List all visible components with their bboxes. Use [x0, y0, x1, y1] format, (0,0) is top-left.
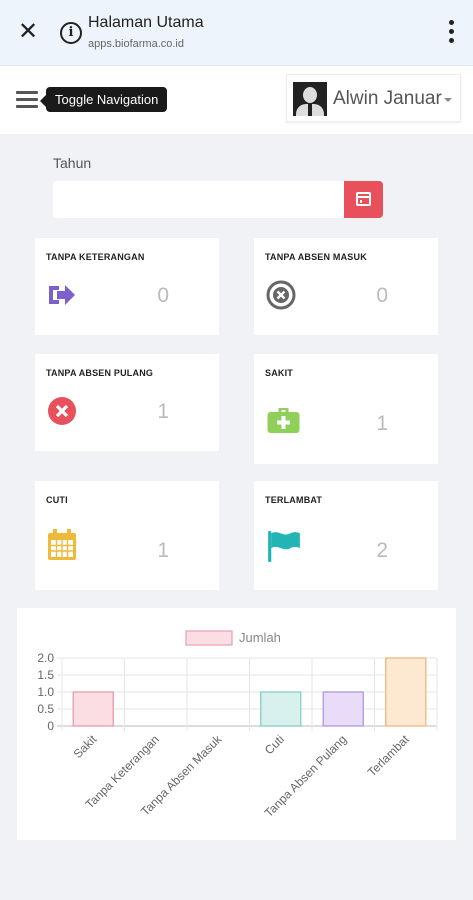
card-value: 1	[157, 400, 169, 423]
sign-out-icon	[49, 285, 75, 305]
card-tanpa-absen-masuk: TANPA ABSEN MASUK 0	[254, 238, 438, 335]
y-tick-label: 1.5	[37, 668, 54, 682]
card-label: TANPA KETERANGAN	[46, 252, 145, 262]
card-label: TANPA ABSEN MASUK	[265, 252, 367, 262]
y-tick-label: 1.0	[37, 685, 54, 699]
card-value: 2	[376, 539, 388, 562]
legend-swatch	[185, 630, 233, 646]
card-label: SAKIT	[265, 368, 293, 378]
user-name: Alwin Januar	[333, 88, 442, 109]
card-label: CUTI	[46, 495, 68, 505]
y-tick-label: 2.0	[37, 651, 54, 665]
calendar-icon	[356, 192, 371, 206]
browser-toolbar: ✕ i Halaman Utama apps.biofarma.co.id	[0, 0, 473, 66]
card-value: 1	[157, 539, 169, 562]
app-header: Toggle Navigation Alwin Januar	[0, 66, 473, 134]
close-icon[interactable]: ✕	[14, 18, 42, 46]
bar	[385, 657, 427, 727]
toggle-navigation-tooltip: Toggle Navigation	[39, 87, 168, 112]
year-input[interactable]	[53, 181, 345, 218]
times-circle-icon	[266, 280, 296, 310]
x-tick-label: Cuti	[262, 732, 287, 757]
user-menu-button[interactable]: Alwin Januar	[286, 74, 461, 122]
bar-chart: Jumlah00.51.01.52.0SakitTanpa Keterangan…	[37, 630, 438, 820]
calendar-icon	[48, 529, 76, 560]
card-terlambat: TERLAMBAT 2	[254, 481, 438, 590]
calendar-button[interactable]	[344, 181, 383, 218]
x-tick-label: Sakit	[71, 732, 100, 761]
y-tick-label: 0.5	[37, 702, 54, 716]
times-circle-icon	[48, 397, 76, 425]
bar	[260, 691, 302, 727]
more-options-icon[interactable]	[449, 20, 455, 46]
card-value: 1	[376, 412, 388, 435]
card-label: TERLAMBAT	[265, 495, 323, 505]
page-title: Halaman Utama	[88, 14, 204, 31]
card-value: 0	[157, 284, 169, 307]
page-url: apps.biofarma.co.id	[88, 38, 184, 50]
year-label: Tahun	[53, 155, 92, 171]
avatar	[293, 82, 327, 116]
x-tick-label: Terlambat	[365, 732, 413, 780]
bar	[72, 691, 114, 727]
card-tanpa-keterangan: TANPA KETERANGAN 0	[35, 238, 219, 335]
info-icon[interactable]: i	[60, 22, 82, 44]
legend-label: Jumlah	[239, 630, 281, 645]
card-value: 0	[376, 284, 388, 307]
bar	[322, 691, 364, 727]
card-cuti: CUTI 1	[35, 481, 219, 590]
card-tanpa-absen-pulang: TANPA ABSEN PULANG 1	[35, 354, 219, 451]
medkit-icon	[267, 408, 300, 433]
hamburger-menu-icon[interactable]	[16, 91, 38, 109]
chart-card: Jumlah 0 0.5 1.0 1.5 2.0 Sakit Tanpa Keterangan…	[17, 608, 456, 840]
flag-icon	[268, 531, 300, 562]
card-sakit: SAKIT 1	[254, 354, 438, 464]
card-label: TANPA ABSEN PULANG	[46, 368, 154, 378]
caret-down-icon	[444, 98, 452, 102]
y-tick-label: 0	[47, 719, 54, 733]
